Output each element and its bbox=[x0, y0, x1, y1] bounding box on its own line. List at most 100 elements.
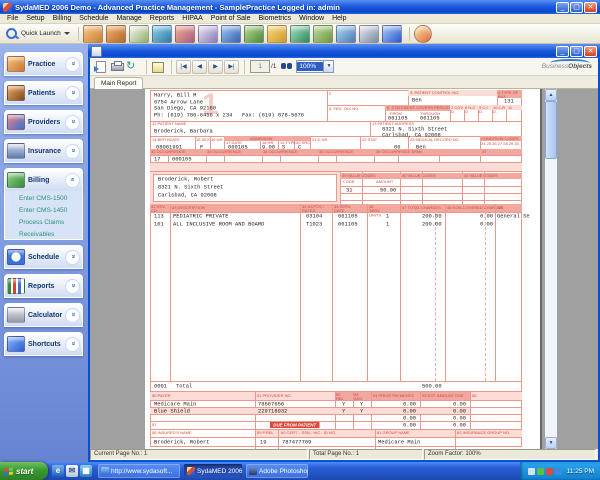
payments-icon[interactable] bbox=[267, 25, 287, 43]
last-page-button[interactable]: ▶| bbox=[224, 60, 239, 74]
quick-launch-label[interactable]: Quick Launch bbox=[21, 30, 61, 37]
schedule-icon bbox=[7, 249, 25, 265]
sidebar-item-calculator[interactable]: Calculator » bbox=[4, 303, 83, 327]
scheduler-icon[interactable] bbox=[336, 25, 356, 43]
find-icon[interactable] bbox=[280, 60, 294, 73]
child-minimize-button[interactable]: _ bbox=[556, 46, 569, 57]
menu-file[interactable]: File bbox=[3, 15, 22, 22]
link-enter-cms-1450[interactable]: Enter CMS-1450 bbox=[19, 207, 82, 214]
export-icon[interactable] bbox=[94, 60, 108, 73]
sidebar-item-billing[interactable]: Billing » bbox=[4, 168, 83, 192]
menu-point-of-sale[interactable]: Point of Sale bbox=[207, 15, 255, 22]
volume-icon[interactable] bbox=[528, 468, 535, 475]
group-tree-toggle-icon[interactable] bbox=[151, 60, 165, 73]
payer3-due: 0.00 bbox=[453, 416, 466, 421]
payer2-prior: 0.00 bbox=[403, 409, 416, 414]
expand-chevron-icon[interactable]: » bbox=[65, 250, 80, 265]
eligibility-icon[interactable] bbox=[152, 25, 172, 43]
previous-page-button[interactable]: ◀ bbox=[192, 60, 207, 74]
start-button[interactable]: start bbox=[0, 462, 48, 480]
menu-reports[interactable]: Reports bbox=[146, 15, 179, 22]
sidebar-item-label: Schedule bbox=[28, 254, 59, 261]
chevron-down-icon[interactable] bbox=[64, 32, 70, 35]
show-desktop-icon[interactable]: ▦ bbox=[80, 465, 92, 477]
alert-icon[interactable] bbox=[546, 468, 553, 475]
child-title-bar: _ ▢ ✕ bbox=[88, 44, 600, 58]
collapse-chevron-icon[interactable]: » bbox=[65, 173, 80, 188]
collections-icon[interactable] bbox=[290, 25, 310, 43]
scroll-up-icon[interactable]: ▲ bbox=[545, 89, 557, 101]
menu-schedule[interactable]: Schedule bbox=[75, 15, 112, 22]
expand-chevron-icon[interactable]: » bbox=[65, 115, 80, 130]
help-icon[interactable] bbox=[414, 25, 432, 43]
print-icon[interactable] bbox=[110, 60, 124, 73]
vertical-scrollbar[interactable]: ▲ ▼ bbox=[545, 89, 557, 449]
field-11-label: 11 bbox=[508, 106, 512, 110]
superbill-icon[interactable] bbox=[129, 25, 149, 43]
minimize-button[interactable]: _ bbox=[556, 2, 569, 13]
provider-phone: Ph: (619) 786-6456 x 234 bbox=[154, 113, 232, 118]
payer1-asg: Y bbox=[360, 402, 363, 407]
first-page-button[interactable]: |◀ bbox=[176, 60, 191, 74]
menu-help[interactable]: Help bbox=[328, 15, 350, 22]
icd-codes-icon[interactable] bbox=[106, 25, 126, 43]
taskbar-task-photoshop[interactable]: Adobe Photoshop bbox=[246, 464, 308, 478]
antivirus-icon[interactable] bbox=[537, 468, 544, 475]
expand-chevron-icon[interactable]: » bbox=[65, 337, 80, 352]
reports-toolbar-icon[interactable] bbox=[313, 25, 333, 43]
payer1-prior: 0.00 bbox=[403, 402, 416, 407]
sidebar-item-schedule[interactable]: Schedule » bbox=[4, 245, 83, 269]
sidebar-item-providers[interactable]: Providers » bbox=[4, 110, 83, 134]
sidebar-item-practice[interactable]: Practice » bbox=[4, 52, 83, 76]
payer2-name: Blue Shield bbox=[154, 409, 190, 414]
menu-billing[interactable]: Billing bbox=[49, 15, 76, 22]
expand-chevron-icon[interactable]: » bbox=[65, 279, 80, 294]
link-enter-cms-1500[interactable]: Enter CMS-1500 bbox=[19, 195, 82, 202]
taskbar-task-sydamed[interactable]: SydaMED 2006 Demo... bbox=[184, 464, 242, 478]
expand-chevron-icon[interactable]: » bbox=[65, 86, 80, 101]
page-number-input[interactable]: 1 bbox=[250, 60, 270, 73]
close-button[interactable]: ✕ bbox=[584, 2, 597, 13]
documents-icon[interactable] bbox=[359, 25, 379, 43]
network-icon[interactable] bbox=[555, 468, 562, 475]
outlook-icon[interactable]: ✉ bbox=[66, 465, 78, 477]
menu-setup[interactable]: Setup bbox=[22, 15, 48, 22]
expand-chevron-icon[interactable]: » bbox=[65, 57, 80, 72]
child-close-button[interactable]: ✕ bbox=[584, 46, 597, 57]
scroll-down-icon[interactable]: ▼ bbox=[545, 437, 557, 449]
child-restore-button[interactable]: ▢ bbox=[570, 46, 583, 57]
messaging-icon[interactable] bbox=[382, 25, 402, 43]
taskbar-task-browser[interactable]: http://www.sydasoft... bbox=[98, 464, 180, 478]
sidebar-item-insurance[interactable]: Insurance » bbox=[4, 139, 83, 163]
sidebar-item-shortcuts[interactable]: Shortcuts » bbox=[4, 332, 83, 356]
zoom-combobox[interactable]: 100% ▼ bbox=[296, 60, 334, 73]
referrals-icon[interactable] bbox=[198, 25, 218, 43]
svc2-charges: 200.00 bbox=[422, 222, 442, 227]
sidebar-item-reports[interactable]: Reports » bbox=[4, 274, 83, 298]
menu-biometrics[interactable]: Biometrics bbox=[254, 15, 295, 22]
billing-submenu: Enter CMS-1500 Enter CMS-1450 Process Cl… bbox=[4, 191, 83, 240]
refresh-icon[interactable]: ↻ bbox=[126, 60, 140, 73]
toolbar-separator bbox=[78, 27, 79, 41]
expand-chevron-icon[interactable]: » bbox=[65, 308, 80, 323]
start-label: start bbox=[16, 467, 33, 476]
maximize-button[interactable]: ▢ bbox=[570, 2, 583, 13]
zoom-dropdown-icon[interactable]: ▼ bbox=[323, 61, 333, 72]
internet-explorer-icon[interactable]: e bbox=[52, 465, 64, 477]
search-icon[interactable] bbox=[6, 28, 17, 39]
scrollbar-thumb[interactable] bbox=[545, 101, 557, 159]
patients-icon[interactable] bbox=[175, 25, 195, 43]
expand-chevron-icon[interactable]: » bbox=[65, 144, 80, 159]
link-process-claims[interactable]: Process Claims bbox=[19, 219, 82, 226]
cpt-codes-icon[interactable] bbox=[83, 25, 103, 43]
sidebar-item-patients[interactable]: Patients » bbox=[4, 81, 83, 105]
claims-icon[interactable] bbox=[221, 25, 241, 43]
menu-manage[interactable]: Manage bbox=[112, 15, 145, 22]
remittance-icon[interactable] bbox=[244, 25, 264, 43]
next-page-button[interactable]: ▶ bbox=[208, 60, 223, 74]
field-14-label: 14 BIRTHDATE bbox=[152, 138, 180, 142]
menu-hipaa[interactable]: HIPAA bbox=[178, 15, 207, 22]
toolbar-separator bbox=[409, 27, 410, 41]
link-receivables[interactable]: Receivables bbox=[19, 231, 82, 238]
menu-window[interactable]: Window bbox=[295, 15, 328, 22]
